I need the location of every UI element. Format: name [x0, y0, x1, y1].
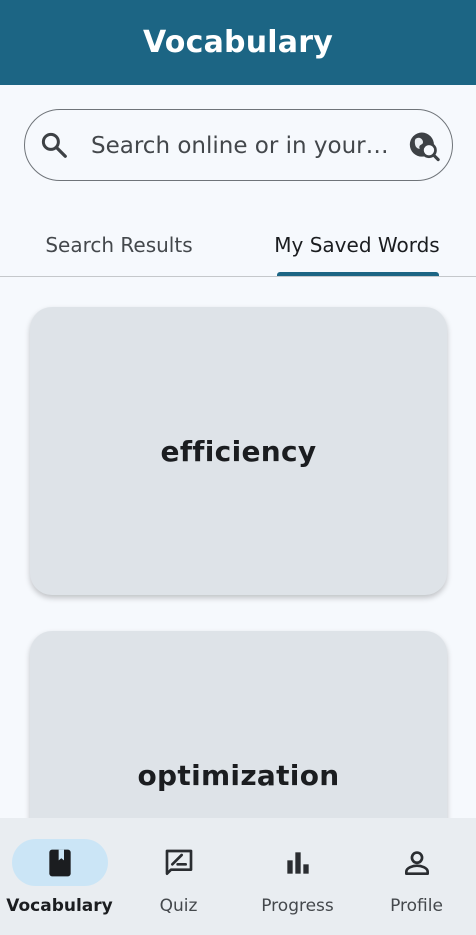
person-icon: [401, 847, 433, 879]
search-input[interactable]: Search online or in your ...: [91, 130, 391, 162]
bottom-navigation: Vocabulary Quiz Progress Profile: [0, 818, 476, 935]
word-card[interactable]: optimization: [30, 631, 447, 818]
word-card-text: efficiency: [160, 434, 317, 468]
page-title: Vocabulary: [143, 25, 333, 60]
app-bar: Vocabulary: [0, 0, 476, 85]
nav-progress[interactable]: Progress: [238, 818, 357, 935]
bar-chart-icon: [282, 847, 314, 879]
travel-explore-icon[interactable]: [407, 129, 441, 163]
nav-label: Progress: [261, 896, 334, 916]
tab-search-results[interactable]: Search Results: [0, 214, 238, 275]
vocabulary-screen: Vocabulary Search online or in your ... …: [0, 0, 476, 935]
word-card[interactable]: efficiency: [30, 307, 447, 595]
book-icon: [44, 847, 76, 879]
tab-bar: Search Results My Saved Words: [0, 214, 476, 277]
nav-label: Profile: [390, 896, 443, 916]
nav-vocabulary[interactable]: Vocabulary: [0, 818, 119, 935]
tab-indicator: [277, 272, 439, 276]
nav-quiz[interactable]: Quiz: [119, 818, 238, 935]
nav-label: Vocabulary: [6, 896, 113, 916]
search-icon[interactable]: [39, 130, 69, 160]
word-card-text: optimization: [137, 758, 340, 792]
saved-words-list: efficiency optimization: [0, 278, 476, 818]
nav-label: Quiz: [159, 896, 198, 916]
nav-profile[interactable]: Profile: [357, 818, 476, 935]
rate-review-icon: [163, 847, 195, 879]
search-bar[interactable]: Search online or in your ...: [24, 109, 453, 181]
tab-my-saved-words[interactable]: My Saved Words: [238, 214, 476, 275]
